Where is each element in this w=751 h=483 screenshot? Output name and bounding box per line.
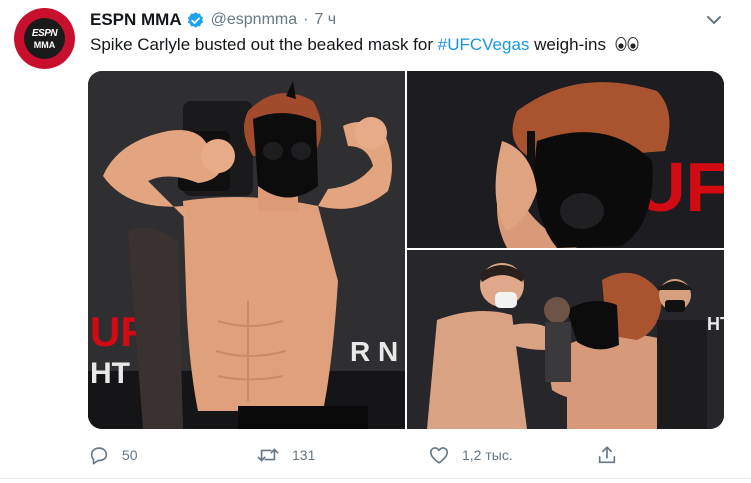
retweet-icon [257, 448, 279, 462]
share-icon [598, 446, 616, 464]
eyes-emoji-icon [615, 36, 639, 56]
espn-mma-logo: ESPN MMA [24, 18, 65, 59]
like-icon [429, 447, 449, 464]
photo-flex-weigh-in[interactable]: UFC HT N R N [88, 71, 405, 429]
backdrop-htn-text: HTN [707, 314, 724, 334]
author-name[interactable]: ESPN MMA [90, 10, 182, 30]
backdrop-rn-text: R N [350, 336, 398, 367]
photo-mask-closeup[interactable]: UFC [407, 71, 724, 248]
tweet-text: Spike Carlyle busted out the beaked mask… [90, 35, 639, 56]
author-handle[interactable]: @espnmma [211, 11, 298, 29]
retweet-button[interactable]: 131 [256, 443, 315, 467]
reply-button[interactable]: 50 [88, 443, 138, 467]
avatar-logo-line1: ESPN [31, 27, 58, 39]
separator-dot: · [303, 11, 309, 28]
verified-badge-icon [186, 11, 205, 30]
chevron-down-icon[interactable] [704, 10, 724, 30]
like-count: 1,2 тыс. [462, 447, 513, 463]
avatar-logo-line2: MMA [33, 39, 56, 50]
tweet-card[interactable]: ESPN MMA ESPN MMA @espnmma · 7 ч Spike C… [0, 0, 751, 483]
media-grid: UFC HT N R N UF H [88, 71, 724, 429]
tweet-text-after: weigh-ins [529, 35, 606, 54]
share-button[interactable] [596, 443, 618, 467]
retweet-count: 131 [292, 447, 316, 463]
bottom-divider [0, 478, 751, 479]
reply-icon [90, 447, 108, 465]
hashtag-link[interactable]: #UFCVegas [438, 35, 530, 54]
photo-face-off[interactable]: HTN [407, 250, 724, 429]
tweet-timestamp[interactable]: 7 ч [314, 11, 336, 29]
like-button[interactable]: 1,2 тыс. [428, 443, 513, 467]
tweet-actions: 50 131 1,2 тыс. [0, 443, 751, 467]
avatar[interactable]: ESPN MMA [14, 8, 75, 69]
reply-count: 50 [122, 447, 138, 463]
tweet-text-before: Spike Carlyle busted out the beaked mask… [90, 35, 438, 54]
tweet-header: ESPN MMA @espnmma · 7 ч [90, 9, 336, 31]
